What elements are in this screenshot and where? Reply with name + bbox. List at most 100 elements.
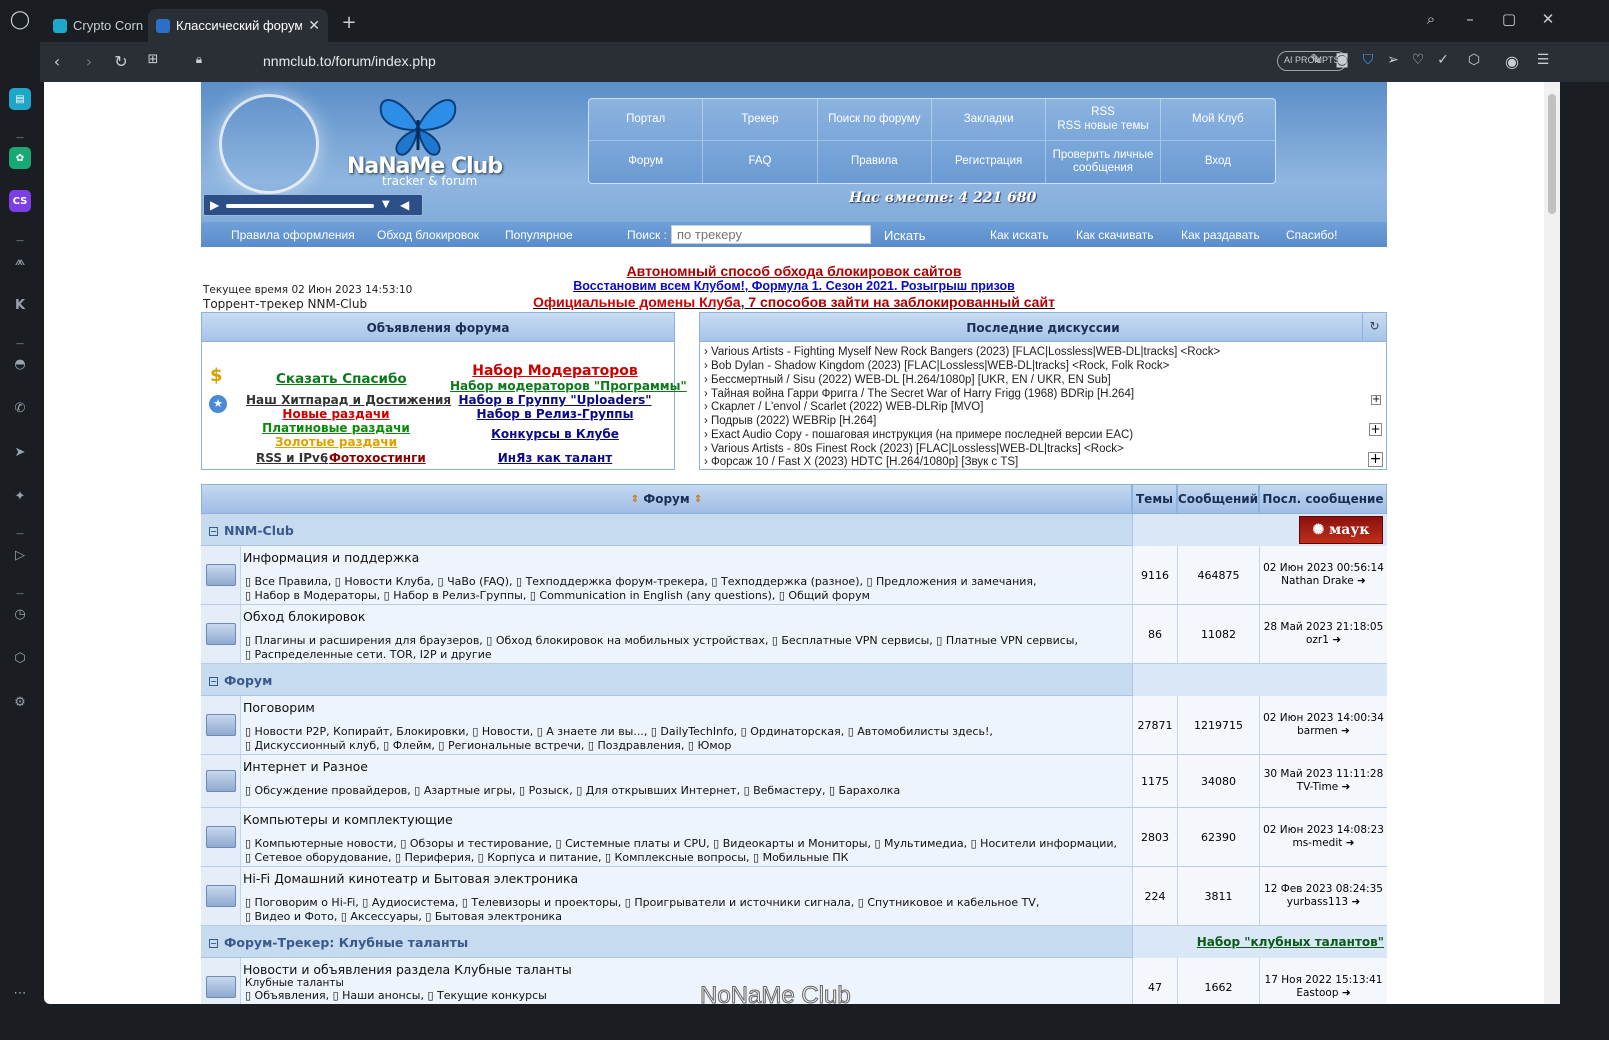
expand-large-icon[interactable]: + bbox=[1368, 452, 1383, 467]
menu-rss[interactable]: RSS RSS новые темы bbox=[1046, 99, 1161, 141]
workspace-icon[interactable]: ▤ bbox=[9, 88, 31, 110]
goto-post-icon[interactable]: ➜ bbox=[1346, 837, 1355, 849]
history-icon[interactable]: ◷ bbox=[9, 603, 31, 625]
menu-my-club[interactable]: Мой Клуб bbox=[1160, 99, 1275, 141]
menu-bookmarks[interactable]: Закладки bbox=[932, 99, 1047, 141]
subnav-bypass-link[interactable]: Обход блокировок bbox=[377, 228, 479, 242]
announcement-7-ways[interactable]: 7 способов зайти на заблокированный сайт bbox=[748, 294, 1055, 310]
tab-grid-icon[interactable]: ⊞ bbox=[142, 52, 164, 67]
camera-icon[interactable]: ◙ bbox=[1332, 52, 1352, 68]
moderators-programs-link[interactable]: Набор модераторов "Программы" bbox=[450, 379, 687, 393]
announcement-restore[interactable]: Восстановим всем Клубом! bbox=[573, 279, 745, 293]
telegram-icon[interactable]: ➤ bbox=[9, 441, 31, 463]
subforums-line[interactable]: ▯ Новости P2P, Копирайт, Блокировки, ▯ Н… bbox=[245, 725, 993, 739]
subforums-line[interactable]: ▯ Все Правила, ▯ Новости Клуба, ▯ ЧаВо (… bbox=[245, 575, 1037, 589]
goto-post-icon[interactable]: ➜ bbox=[1332, 634, 1341, 646]
opera-logo-icon[interactable]: ◯ bbox=[9, 8, 31, 30]
category-forum[interactable]: − Форум bbox=[201, 664, 1387, 696]
menu-private-messages[interactable]: Проверить личные сообщения bbox=[1046, 141, 1161, 183]
discussion-item[interactable]: › Скарлет / L'envol / Scarlet (2022) WEB… bbox=[704, 401, 983, 413]
search-button[interactable]: Искать bbox=[884, 228, 926, 243]
hitparade-link[interactable]: Наш Хитпарад и Достижения bbox=[246, 393, 451, 407]
subforums-line[interactable]: ▯ Дискуссионный клуб, ▯ Флейм, ▯ Региона… bbox=[245, 739, 731, 753]
volume-icon[interactable]: ◀ bbox=[400, 198, 409, 212]
mayak-banner-icon[interactable]: ✺ маук bbox=[1299, 516, 1383, 544]
subforums-line[interactable]: ▯ Сетевое оборудование, ▯ Периферия, ▯ К… bbox=[245, 851, 848, 865]
forum-name[interactable]: Hi-Fi Домашний кинотеатр и Бытовая элект… bbox=[243, 871, 578, 886]
subnav-popular-link[interactable]: Популярное bbox=[505, 228, 573, 242]
moderators-recruit-link[interactable]: Набор Модераторов bbox=[450, 363, 660, 379]
player-progress[interactable] bbox=[226, 204, 374, 208]
forum-name[interactable]: Интернет и Разное bbox=[243, 759, 368, 774]
tab-crypto-corner[interactable]: Crypto Corne bbox=[45, 9, 143, 42]
last-post-user[interactable]: barmen bbox=[1297, 725, 1338, 737]
announcement-domains[interactable]: Официальные домены Клуба bbox=[533, 294, 741, 310]
last-post-user[interactable]: Eastoop bbox=[1296, 987, 1338, 999]
forum-row-hifi[interactable]: Hi-Fi Домашний кинотеатр и Бытовая элект… bbox=[201, 867, 1387, 926]
new-tab-plus-icon[interactable]: + bbox=[338, 12, 360, 33]
menu-rules[interactable]: Правила bbox=[818, 141, 932, 183]
subforums-line[interactable]: ▯ Поговорим о Hi-Fi, ▯ Аудиосистема, ▯ Т… bbox=[245, 896, 1039, 910]
last-post-user[interactable]: TV-Time bbox=[1297, 781, 1339, 793]
discussion-item[interactable]: › Exact Audio Copy - пошаговая инструкци… bbox=[704, 429, 1133, 441]
subforums-line[interactable]: ▯ Видео и Фото, ▯ Аксессуары, ▯ Бытовая … bbox=[245, 910, 562, 924]
goto-post-icon[interactable]: ➜ bbox=[1342, 781, 1351, 793]
page-scrollbar[interactable] bbox=[1544, 82, 1560, 1004]
forum-name[interactable]: Новости и объявления раздела Клубные тал… bbox=[243, 962, 572, 977]
chevron-down-icon[interactable]: ▼ bbox=[382, 199, 390, 210]
last-post-user[interactable]: ms-medit bbox=[1292, 837, 1342, 849]
expand-medium-icon[interactable]: + bbox=[1369, 423, 1382, 436]
radio-player[interactable]: ▶ ▼ ◀ bbox=[203, 194, 423, 216]
subforums-line[interactable]: ▯ Распределенные сети. TOR, I2P и другие bbox=[245, 648, 492, 662]
aria-icon[interactable]: ⩕ bbox=[9, 250, 31, 272]
new-releases-link[interactable]: Новые раздачи bbox=[246, 407, 426, 421]
menu-tracker[interactable]: Трекер bbox=[703, 99, 818, 141]
category-title[interactable]: NNM-Club bbox=[224, 523, 294, 538]
discussion-item[interactable]: › Бессмертный / Sisu (2022) WEB-DL [H.26… bbox=[704, 374, 1111, 386]
discussion-item[interactable]: › Various Artists - Fighting Myself New … bbox=[704, 346, 1220, 358]
shield-icon[interactable]: ⛉ bbox=[1358, 52, 1378, 68]
announcement-formula1[interactable]: Формула 1. Сезон 2021. Розыгрыш призов bbox=[752, 279, 1015, 293]
forum-name[interactable]: Обход блокировок bbox=[243, 609, 365, 624]
goto-post-icon[interactable]: ➜ bbox=[1351, 896, 1360, 908]
minimize-icon[interactable]: – bbox=[1459, 10, 1481, 28]
check-icon[interactable]: ✓ bbox=[1433, 52, 1453, 68]
forum-row-info[interactable]: Информация и поддержка ▯ Все Правила, ▯ … bbox=[201, 546, 1387, 605]
cs-app-icon[interactable]: CS bbox=[9, 190, 31, 212]
forum-row-computers[interactable]: Компьютеры и комплектующие ▯ Компьютерны… bbox=[201, 808, 1387, 867]
menu-login[interactable]: Вход bbox=[1161, 141, 1275, 183]
foreign-lang-link[interactable]: ИнЯз как талант bbox=[450, 451, 660, 465]
menu-forum[interactable]: Форум bbox=[589, 141, 704, 183]
close-window-icon[interactable]: ✕ bbox=[1537, 10, 1559, 28]
how-search-link[interactable]: Как искать bbox=[990, 228, 1049, 242]
how-seed-link[interactable]: Как раздавать bbox=[1181, 228, 1260, 242]
discussion-item[interactable]: › Bob Dylan - Shadow Kingdom (2023) [FLA… bbox=[704, 360, 1169, 372]
category-nnm-club[interactable]: − NNM-Club ✺ маук bbox=[201, 514, 1387, 546]
discussion-item[interactable]: › Тайная война Гарри Фригга / The Secret… bbox=[704, 388, 1134, 400]
subnav-rules-link[interactable]: Правила оформления bbox=[231, 228, 355, 242]
menu-portal[interactable]: Портал bbox=[589, 99, 704, 141]
goto-post-icon[interactable]: ➜ bbox=[1341, 725, 1350, 737]
menu-icon[interactable]: ☰ bbox=[1533, 52, 1553, 68]
forum-row-talk[interactable]: Поговорим ▯ Новости P2P, Копирайт, Блоки… bbox=[201, 696, 1387, 755]
refresh-icon[interactable]: ↻ bbox=[1362, 313, 1386, 342]
photohosting-link[interactable]: Фотохостинги bbox=[329, 451, 426, 465]
whatsapp-icon[interactable]: ✆ bbox=[9, 397, 31, 419]
forum-name[interactable]: Поговорим bbox=[243, 700, 315, 715]
last-post-user[interactable]: Nathan Drake bbox=[1281, 575, 1354, 587]
discussion-item[interactable]: › Форсаж 10 / Fast X (2023) HDTC [H.264/… bbox=[704, 456, 1018, 468]
subforums-line[interactable]: ▯ Компьютерные новости, ▯ Обзоры и тести… bbox=[245, 837, 1117, 851]
gold-releases-link[interactable]: Золотые раздачи bbox=[246, 435, 426, 449]
announcement-bypass[interactable]: Автономный способ обхода блокировок сайт… bbox=[201, 263, 1387, 279]
thanks-link[interactable]: Спасибо! bbox=[1286, 228, 1337, 242]
release-groups-link[interactable]: Набор в Релиз-Группы bbox=[450, 407, 660, 421]
rss-ipv6-link[interactable]: RSS и IPv6 bbox=[256, 451, 328, 465]
subforums-line[interactable]: ▯ Плагины и расширения для браузеров, ▯ … bbox=[245, 634, 1078, 648]
subforums-line[interactable]: ▯ Набор в Модераторы, ▯ Набор в Релиз-Гр… bbox=[245, 589, 870, 603]
category-title[interactable]: Форум-Трекер: Клубные таланты bbox=[224, 935, 468, 950]
scrollbar-thumb[interactable] bbox=[1548, 94, 1556, 214]
box-icon[interactable]: ⬡ bbox=[1464, 52, 1484, 68]
subforums-line[interactable]: ▯ Объявления, ▯ Наши анонсы, ▯ Текущие к… bbox=[245, 989, 547, 1003]
collapse-icon[interactable]: − bbox=[209, 677, 218, 686]
uploaders-recruit-link[interactable]: Набор в Группу "Uploaders" bbox=[450, 393, 660, 407]
